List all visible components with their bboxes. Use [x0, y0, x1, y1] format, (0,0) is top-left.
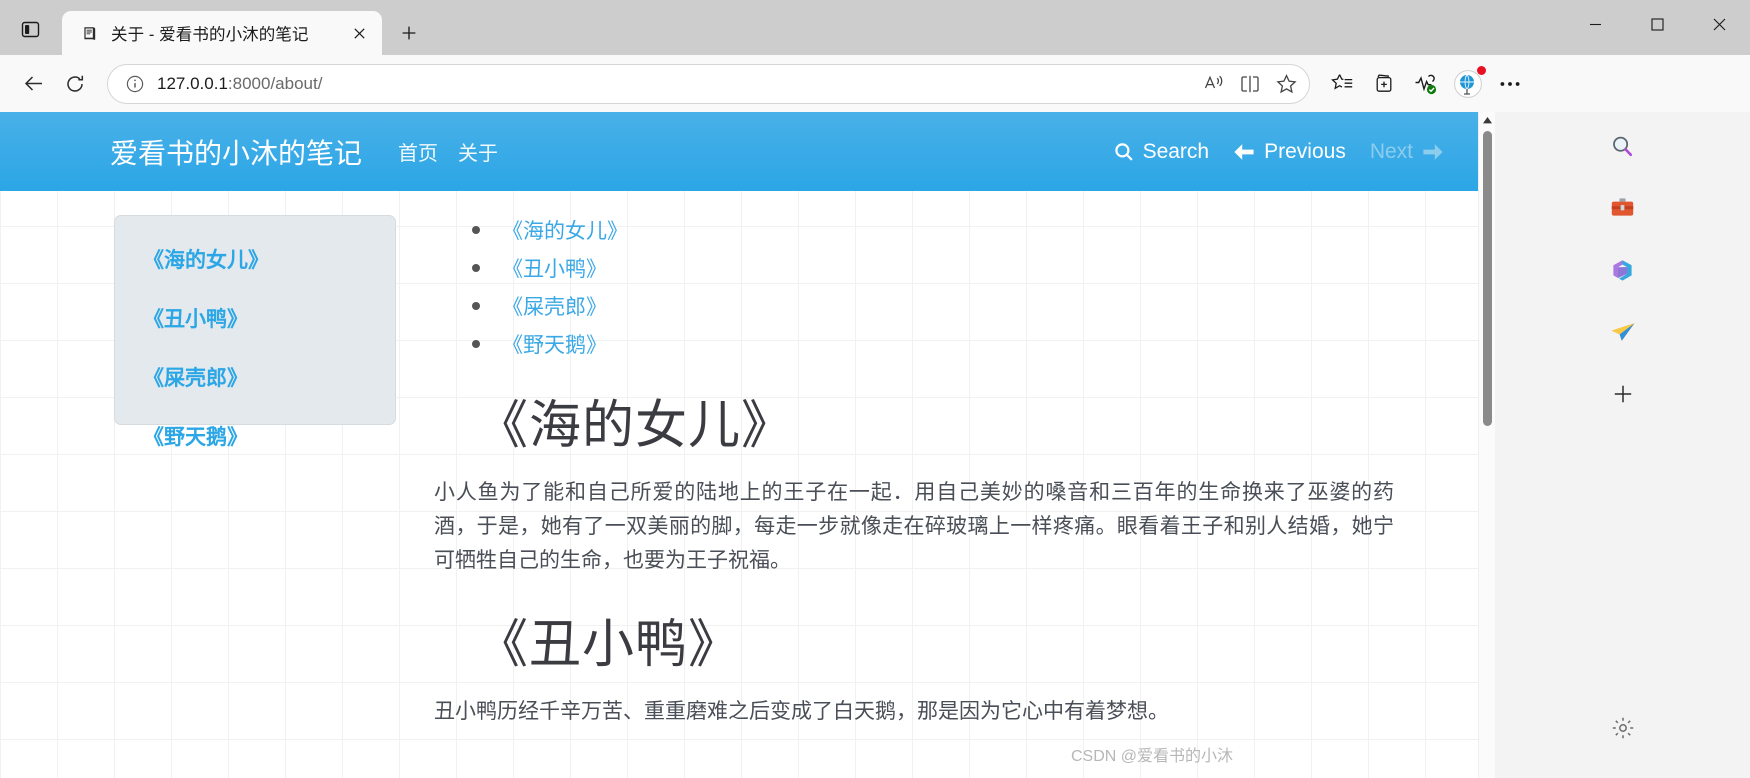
back-arrow-icon[interactable]	[13, 64, 53, 104]
browser-essentials-icon[interactable]	[1406, 64, 1446, 104]
article-column: 《海的女儿》 《丑小鸭》 《屎壳郎》 《野天鹅》 《海的女儿》 小人鱼为了能和自…	[434, 215, 1394, 739]
search-label: Search	[1142, 139, 1210, 163]
arrow-right-icon	[1423, 143, 1443, 160]
site-header: 爱看书的小沐的笔记 首页 关于 Search Previous Next	[0, 112, 1478, 191]
browser-tab[interactable]: 关于 - 爱看书的小沐的笔记	[62, 11, 382, 55]
sidebar-link-0[interactable]: 《海的女儿》	[143, 244, 395, 274]
minimize-button[interactable]	[1564, 0, 1626, 48]
url-path: :8000/about/	[227, 73, 323, 93]
edge-sidebar	[1495, 112, 1750, 778]
favorites-star-list-icon[interactable]	[1322, 64, 1362, 104]
page-viewport: 爱看书的小沐的笔记 首页 关于 Search Previous Next 《海的…	[0, 112, 1495, 778]
watermark: CSDN @爱看书的小沐	[1070, 748, 1233, 765]
more-ellipsis-icon[interactable]	[1490, 64, 1530, 104]
tab-actions-icon[interactable]	[8, 7, 52, 51]
toc-link-2[interactable]: 《屎壳郎》	[502, 296, 607, 319]
url-host: 127.0.0.1	[157, 73, 228, 93]
nav-home[interactable]: 首页	[398, 137, 438, 166]
site-nav-actions: Search Previous Next	[1114, 140, 1444, 164]
toc-link-1[interactable]: 《丑小鸭》	[502, 258, 607, 281]
site-brand[interactable]: 爱看书的小沐的笔记	[110, 132, 362, 172]
list-item: 《丑小鸭》	[472, 253, 1394, 283]
sidebar-link-2[interactable]: 《屎壳郎》	[143, 362, 395, 392]
table-of-contents: 《海的女儿》 《丑小鸭》 《屎壳郎》 《野天鹅》	[472, 215, 1394, 359]
refresh-icon[interactable]	[55, 64, 95, 104]
tab-title: 关于 - 爱看书的小沐的笔记	[111, 26, 309, 44]
nav-about[interactable]: 关于	[458, 137, 498, 166]
previous-label: Previous	[1264, 139, 1346, 163]
window-controls	[1564, 0, 1750, 48]
search-action[interactable]: Search	[1114, 139, 1210, 164]
sidebar-card: 《海的女儿》 《丑小鸭》 《屎壳郎》 《野天鹅》	[114, 215, 396, 449]
toc-link-3[interactable]: 《野天鹅》	[502, 334, 607, 357]
star-icon[interactable]	[1269, 68, 1303, 100]
sidebar-link-1[interactable]: 《丑小鸭》	[143, 303, 395, 333]
close-window-button[interactable]	[1688, 0, 1750, 48]
toolbox-icon[interactable]	[1601, 186, 1645, 230]
scroll-up-arrow-icon[interactable]	[1479, 112, 1496, 129]
scrollbar-thumb[interactable]	[1482, 131, 1492, 426]
notification-dot	[1477, 65, 1486, 75]
content-row: 爱看书的小沐的笔记 首页 关于 Search Previous Next 《海的…	[0, 112, 1750, 778]
article-text-1: 丑小鸭历经千辛万苦、重重磨难之后变成了白天鹅，那是因为它心中有着梦想。	[434, 700, 1169, 724]
tab-strip: 关于 - 爱看书的小沐的笔记	[0, 0, 1750, 55]
toc-link-0[interactable]: 《海的女儿》	[502, 220, 628, 243]
sidebar-link-3[interactable]: 《野天鹅》	[143, 421, 395, 451]
list-item: 《海的女儿》	[472, 215, 1394, 245]
search-icon[interactable]	[1601, 124, 1645, 168]
arrow-left-icon	[1234, 143, 1254, 160]
info-circle-icon[interactable]	[122, 71, 148, 97]
maximize-button[interactable]	[1626, 0, 1688, 48]
address-bar[interactable]: 127.0.0.1:8000/about/	[107, 63, 1310, 104]
next-label: Next	[1369, 139, 1413, 163]
article-text-0: 小人鱼为了能和自己所爱的陆地上的王子在一起．用自己美妙的嗓音和三百年的生命换来了…	[434, 481, 1394, 573]
collections-icon[interactable]	[1364, 64, 1404, 104]
list-item: 《野天鹅》	[472, 329, 1394, 359]
article-title-0: 《海的女儿》	[476, 397, 795, 455]
navigation-toolbar: 127.0.0.1:8000/about/	[0, 55, 1750, 112]
read-aloud-icon[interactable]	[1197, 68, 1231, 100]
browser-window: 关于 - 爱看书的小沐的笔记 127.0.0.1:8000/about/ 爱看书…	[0, 0, 1750, 778]
article-title-1: 《丑小鸭》	[476, 616, 742, 675]
url-text[interactable]: 127.0.0.1:8000/about/	[157, 74, 1195, 94]
next-action: Next	[1370, 140, 1444, 164]
close-icon[interactable]	[346, 20, 372, 46]
book-icon	[80, 23, 100, 43]
gear-icon[interactable]	[1601, 706, 1645, 750]
microsoft365-icon[interactable]	[1601, 248, 1645, 292]
plus-icon[interactable]	[1601, 372, 1645, 416]
paper-plane-icon[interactable]	[1601, 310, 1645, 354]
search-icon	[1114, 142, 1133, 161]
globe-avatar-icon[interactable]	[1448, 64, 1488, 104]
previous-action[interactable]: Previous	[1233, 140, 1346, 164]
split-screen-icon[interactable]	[1233, 68, 1267, 100]
list-item: 《屎壳郎》	[472, 291, 1394, 321]
page-scrollbar[interactable]	[1478, 112, 1495, 778]
page-content: 《海的女儿》 《丑小鸭》 《屎壳郎》 《野天鹅》 《海的女儿》 《丑小鸭》 《屎…	[0, 191, 1495, 739]
new-tab-button[interactable]	[390, 14, 428, 52]
